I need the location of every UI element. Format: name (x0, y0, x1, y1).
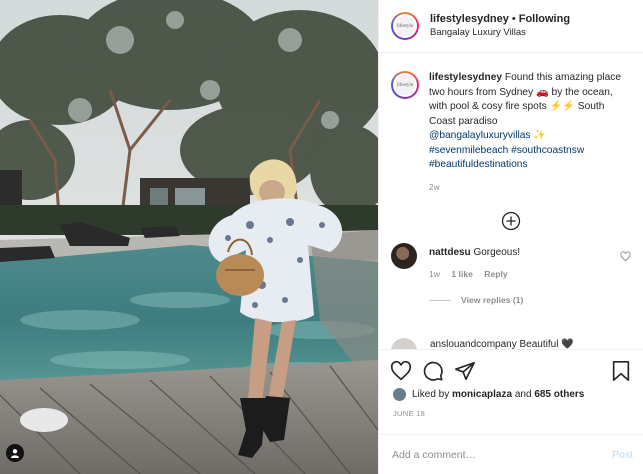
post-caption: lifestyle lifestylesydney Found this ama… (379, 53, 643, 195)
commenter-avatar[interactable] (391, 243, 417, 269)
comment-reply-button[interactable]: Reply (484, 269, 507, 279)
view-replies-label: View replies (1) (461, 295, 524, 305)
caption-mention[interactable]: @bangalayluxuryvillas (429, 130, 531, 141)
caption-avatar[interactable]: lifestyle (391, 71, 419, 99)
location-link[interactable]: Bangalay Luxury Villas (430, 26, 570, 40)
post-dialog: lifestyle lifestylesydney • Following Bang… (0, 0, 643, 474)
comment-heart-icon[interactable] (620, 251, 631, 262)
pool-photo (0, 0, 378, 474)
post-date[interactable]: JUNE 18 (379, 401, 643, 418)
add-comment-bar: Add a comment… Post (379, 434, 643, 474)
next-comment-preview: anslouandcompany Beautiful 🖤 (391, 336, 643, 350)
caption-hashtags[interactable]: #sevenmilebeach #southcoastnsw #beautifu… (429, 145, 584, 171)
author-username[interactable]: lifestylesydney (430, 13, 509, 25)
comment-item: nattdesu Gorgeous! 1w 1 like Reply (379, 231, 643, 281)
comment-icon[interactable] (422, 360, 444, 382)
avatar-text: lifestyle (395, 75, 415, 95)
likes-prefix: Liked by (412, 389, 450, 400)
plus-circle-icon (501, 211, 521, 231)
post-comment-button[interactable]: Post (612, 449, 633, 461)
bookmark-icon[interactable] (611, 360, 631, 382)
liker-avatar[interactable] (393, 388, 406, 401)
comment-text: Gorgeous! (473, 247, 521, 258)
action-bar: Liked by monicaplaza and 685 others JUNE… (379, 349, 643, 418)
load-more-comments-button[interactable] (379, 211, 643, 231)
caption-username[interactable]: lifestylesydney (429, 72, 502, 83)
heart-icon[interactable] (390, 360, 412, 382)
likes-summary: Liked by monicaplaza and 685 others (379, 382, 643, 401)
comment-input[interactable]: Add a comment… (392, 449, 612, 461)
post-header: lifestyle lifestylesydney • Following Bang… (379, 0, 643, 53)
comment-time[interactable]: 1w (429, 269, 440, 279)
post-side-panel: lifestyle lifestylesydney • Following Bang… (378, 0, 643, 474)
comment-likes[interactable]: 1 like (451, 269, 473, 279)
likes-others-button[interactable]: 685 others (534, 389, 584, 400)
separator-dot: • (511, 13, 516, 25)
view-replies-button[interactable]: View replies (1) (429, 295, 643, 305)
user-tag-icon[interactable] (6, 444, 24, 462)
share-icon[interactable] (454, 360, 476, 382)
following-button[interactable]: Following (519, 13, 570, 25)
liker-username[interactable]: monicaplaza (452, 389, 512, 400)
caption-mention-suffix: ✨ (533, 130, 547, 141)
post-photo[interactable] (0, 0, 378, 474)
commenter-username[interactable]: nattdesu (429, 247, 471, 258)
avatar-text: lifestyle (395, 16, 415, 36)
author-avatar[interactable]: lifestyle (391, 12, 419, 40)
caption-time[interactable]: 2w (429, 181, 631, 196)
likes-and: and (514, 389, 532, 400)
